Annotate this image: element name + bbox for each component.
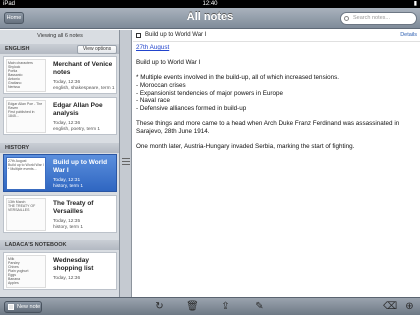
trash-icon[interactable]: 🗑	[186, 300, 199, 313]
note-thumbnail: Main characters Shylock Portia Bassanio …	[6, 59, 46, 92]
note-tags: history, term 1	[53, 225, 84, 230]
search-input[interactable]: Search notes...	[340, 12, 417, 25]
clock: 12:40	[202, 1, 218, 7]
note-title: The Treaty of Versailles	[53, 200, 94, 215]
add-icon[interactable]: ⊕	[403, 300, 416, 313]
section-header-history: HISTORY	[0, 143, 119, 153]
search-placeholder: Search notes...	[353, 15, 390, 21]
note-thumbnail: 13th March THE TREATY OF VERSAILLES	[6, 198, 46, 231]
note-header: Build up to World War I Details	[133, 30, 420, 42]
note-thumbnail: Edgar Allan Poe - The Raven First publis…	[6, 100, 46, 133]
bullets-intro: * Multiple events involved in the build-…	[136, 74, 340, 82]
note-body[interactable]: 27th August Build up to World War I * Mu…	[136, 44, 416, 158]
status-bar: iPad 12:40 ▮	[0, 0, 420, 8]
drag-handle-icon[interactable]	[122, 158, 130, 172]
bottom-toolbar: New note ↻ 🗑 ⇪ ✎ ⌫ ⊕	[0, 297, 420, 315]
date-link[interactable]: 27th August	[136, 44, 169, 51]
note-paragraph: These things and more came to a head whe…	[136, 119, 400, 135]
note-tags: english, shakespeare, term 1	[53, 86, 115, 91]
bullet-item: - Moroccan crises	[136, 81, 186, 89]
note-item[interactable]: 13th March THE TREATY OF VERSAILLES The …	[3, 195, 117, 233]
battery-icon: ▮	[413, 1, 417, 7]
new-note-icon	[8, 304, 14, 310]
note-heading: Build up to World War I	[136, 59, 201, 67]
refresh-icon[interactable]: ↻	[153, 300, 166, 313]
new-note-label: New note	[17, 304, 41, 310]
navigation-bar: Home All notes Search notes...	[0, 8, 420, 29]
note-thumbnail: 27th August Build up to World War I * Mu…	[6, 157, 46, 190]
section-label: HISTORY	[5, 145, 30, 151]
section-header-notebook: LADACA'S NOTEBOOK	[0, 240, 119, 250]
view-options-button[interactable]: View options	[77, 45, 117, 54]
share-icon[interactable]: ⇪	[219, 300, 232, 313]
split-divider[interactable]	[120, 30, 132, 297]
new-note-button[interactable]: New note	[4, 301, 42, 313]
section-header-english: ENGLISH View options	[0, 44, 119, 54]
bullet-item: - Defensive alliances formed in build-up	[136, 104, 247, 112]
pen-icon[interactable]: ✎	[253, 300, 266, 313]
note-tags: history, term 1	[53, 184, 84, 189]
section-label: ENGLISH	[5, 46, 30, 52]
note-item[interactable]: Main characters Shylock Portia Bassanio …	[3, 56, 117, 94]
note-thumbnail: Milk Parsley Chives Plain yoghurt Eggs B…	[6, 255, 46, 288]
note-header-title: Build up to World War I	[145, 32, 207, 38]
bullet-item: - Expansionist tendencies of major power…	[136, 89, 284, 97]
bullet-item: - Naval race	[136, 97, 170, 105]
clean-icon[interactable]: ⌫	[383, 300, 397, 313]
note-title: Build up to World War I	[53, 159, 108, 174]
details-button[interactable]: Details	[400, 32, 417, 38]
note-title: Wednesday shopping list	[53, 257, 94, 272]
note-icon	[136, 33, 141, 38]
section-label: LADACA'S NOTEBOOK	[5, 242, 67, 248]
note-item-selected[interactable]: 27th August Build up to World War I * Mu…	[3, 154, 117, 192]
note-title: Edgar Allan Poe analysis	[53, 102, 103, 117]
notes-sidebar: Viewing all 6 notes ENGLISH View options…	[0, 30, 120, 297]
note-item[interactable]: Milk Parsley Chives Plain yoghurt Eggs B…	[3, 252, 117, 290]
note-paragraph: One month later, Austria-Hungary invaded…	[136, 142, 355, 150]
note-date: Today, 12:36	[53, 276, 81, 281]
note-title: Merchant of Venice notes	[53, 61, 113, 76]
search-icon	[344, 16, 349, 21]
viewing-count: Viewing all 6 notes	[37, 33, 83, 39]
note-item[interactable]: Edgar Allan Poe - The Raven First publis…	[3, 97, 117, 135]
note-tags: english, poetry, term 1	[53, 127, 101, 132]
note-editor[interactable]: Build up to World War I Details 27th Aug…	[133, 30, 420, 297]
